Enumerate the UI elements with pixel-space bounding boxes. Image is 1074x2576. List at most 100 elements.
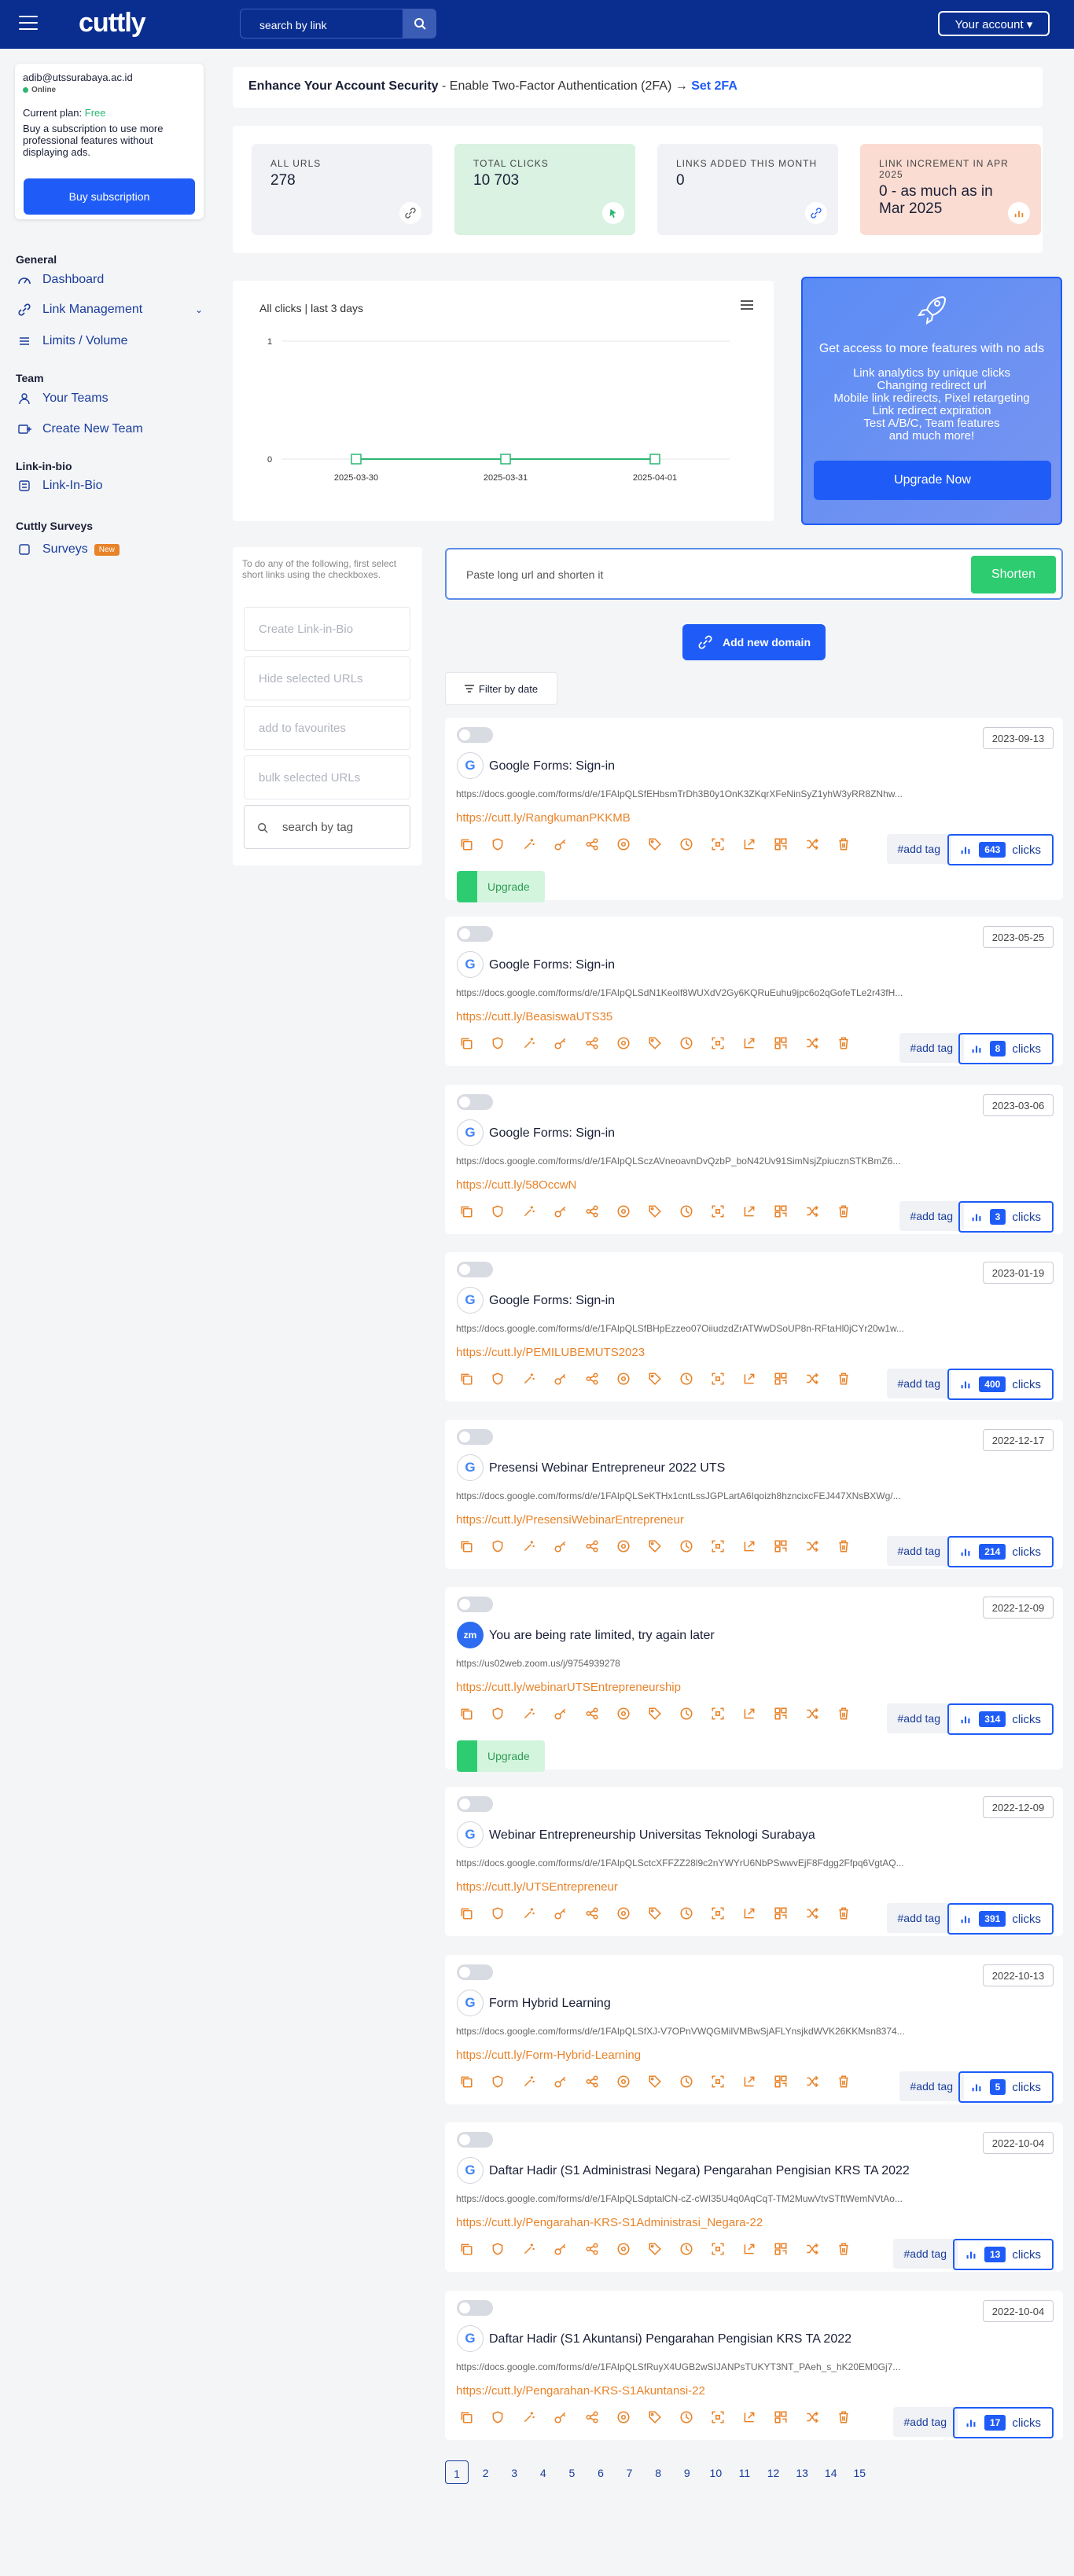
- action-tag[interactable]: [648, 1536, 679, 1556]
- action-shuffle[interactable]: [805, 2071, 837, 2092]
- action-shuffle[interactable]: [805, 1201, 837, 1222]
- action-redirect[interactable]: [742, 834, 774, 854]
- clicks-button[interactable]: 314 clicks: [947, 1703, 1054, 1735]
- short-url[interactable]: https://cutt.ly/RangkumanPKKMB: [456, 811, 631, 825]
- page-7[interactable]: 7: [618, 2460, 642, 2484]
- long-url[interactable]: https://docs.google.com/forms/d/e/1FAIpQ…: [456, 2361, 983, 2372]
- action-key[interactable]: [554, 834, 585, 854]
- action-target[interactable]: [616, 1369, 648, 1389]
- long-url[interactable]: https://docs.google.com/forms/d/e/1FAIpQ…: [456, 1490, 983, 1501]
- page-5[interactable]: 5: [560, 2460, 583, 2484]
- page-13[interactable]: 13: [790, 2460, 814, 2484]
- action-clock[interactable]: [679, 1033, 711, 1053]
- sidebar-item-dashboard[interactable]: Dashboard: [17, 273, 104, 287]
- action-shield[interactable]: [491, 1903, 522, 1924]
- action-qr-frame[interactable]: [711, 2071, 742, 2092]
- action-shield[interactable]: [491, 2407, 522, 2427]
- clicks-button[interactable]: 5 clicks: [958, 2071, 1054, 2103]
- action-qr-frame[interactable]: [711, 1903, 742, 1924]
- action-redirect[interactable]: [742, 1703, 774, 1724]
- action-key[interactable]: [554, 2239, 585, 2259]
- action-clock[interactable]: [679, 1903, 711, 1924]
- select-toggle[interactable]: [457, 1429, 493, 1445]
- sidebar-item-link-management[interactable]: Link Management ⌄: [17, 303, 203, 317]
- action-trash[interactable]: [837, 2239, 868, 2259]
- menu-icon[interactable]: [19, 16, 38, 31]
- action-trash[interactable]: [837, 834, 868, 854]
- action-shuffle[interactable]: [805, 834, 837, 854]
- long-url[interactable]: https://docs.google.com/forms/d/e/1FAIpQ…: [456, 1156, 983, 1167]
- action-tag[interactable]: [648, 834, 679, 854]
- long-url[interactable]: https://us02web.zoom.us/j/9754939278: [456, 1658, 983, 1669]
- create-link-in-bio-button[interactable]: Create Link-in-Bio: [244, 607, 410, 651]
- add-tag-button[interactable]: #add tag: [892, 2407, 958, 2437]
- action-share[interactable]: [585, 2071, 616, 2092]
- action-clock[interactable]: [679, 1201, 711, 1222]
- action-share[interactable]: [585, 834, 616, 854]
- action-key[interactable]: [554, 2407, 585, 2427]
- action-shuffle[interactable]: [805, 2239, 837, 2259]
- sidebar-item-link-in-bio[interactable]: Link-In-Bio: [17, 479, 102, 493]
- add-tag-button[interactable]: #add tag: [899, 1201, 964, 1231]
- action-clock[interactable]: [679, 1369, 711, 1389]
- add-tag-button[interactable]: #add tag: [886, 1369, 951, 1398]
- action-copy[interactable]: [459, 1536, 491, 1556]
- filter-by-date-button[interactable]: Filter by date: [445, 672, 557, 705]
- action-qr-frame[interactable]: [711, 1369, 742, 1389]
- add-tag-button[interactable]: #add tag: [899, 2071, 964, 2101]
- action-qrcode[interactable]: [774, 1703, 805, 1724]
- action-copy[interactable]: [459, 834, 491, 854]
- page-6[interactable]: 6: [589, 2460, 612, 2484]
- shorten-button[interactable]: Shorten: [971, 556, 1056, 593]
- long-url[interactable]: https://docs.google.com/forms/d/e/1FAIpQ…: [456, 788, 983, 799]
- select-toggle[interactable]: [457, 1597, 493, 1612]
- action-target[interactable]: [616, 1903, 648, 1924]
- short-url[interactable]: https://cutt.ly/58OccwN: [456, 1178, 576, 1192]
- action-clock[interactable]: [679, 1703, 711, 1724]
- short-url[interactable]: https://cutt.ly/webinarUTSEntrepreneursh…: [456, 1681, 681, 1694]
- action-qrcode[interactable]: [774, 1033, 805, 1053]
- page-4[interactable]: 4: [531, 2460, 555, 2484]
- page-12[interactable]: 12: [762, 2460, 785, 2484]
- page-10[interactable]: 10: [704, 2460, 727, 2484]
- action-shield[interactable]: [491, 1703, 522, 1724]
- page-15[interactable]: 15: [848, 2460, 871, 2484]
- action-redirect[interactable]: [742, 1033, 774, 1053]
- short-url[interactable]: https://cutt.ly/PresensiWebinarEntrepren…: [456, 1513, 684, 1527]
- action-qrcode[interactable]: [774, 1369, 805, 1389]
- action-shield[interactable]: [491, 834, 522, 854]
- add-tag-button[interactable]: #add tag: [899, 1033, 964, 1063]
- action-share[interactable]: [585, 1903, 616, 1924]
- action-shuffle[interactable]: [805, 1033, 837, 1053]
- action-qr-frame[interactable]: [711, 1703, 742, 1724]
- action-copy[interactable]: [459, 1369, 491, 1389]
- action-qrcode[interactable]: [774, 2407, 805, 2427]
- long-url-input[interactable]: Paste long url and shorten it: [466, 568, 603, 581]
- upgrade-button[interactable]: Upgrade: [457, 871, 545, 902]
- buy-subscription-button[interactable]: Buy subscription: [24, 178, 195, 215]
- action-qr-frame[interactable]: [711, 1201, 742, 1222]
- short-url[interactable]: https://cutt.ly/BeasiswaUTS35: [456, 1010, 612, 1023]
- action-key[interactable]: [554, 1903, 585, 1924]
- hide-selected-button[interactable]: Hide selected URLs: [244, 656, 410, 700]
- action-target[interactable]: [616, 834, 648, 854]
- action-share[interactable]: [585, 1201, 616, 1222]
- long-url[interactable]: https://docs.google.com/forms/d/e/1FAIpQ…: [456, 2026, 983, 2037]
- action-key[interactable]: [554, 1033, 585, 1053]
- action-magic[interactable]: [522, 1903, 554, 1924]
- action-target[interactable]: [616, 2071, 648, 2092]
- action-trash[interactable]: [837, 1033, 868, 1053]
- short-url[interactable]: https://cutt.ly/Pengarahan-KRS-S1Akuntan…: [456, 2384, 705, 2398]
- action-magic[interactable]: [522, 2071, 554, 2092]
- action-redirect[interactable]: [742, 2239, 774, 2259]
- select-toggle[interactable]: [457, 926, 493, 942]
- action-tag[interactable]: [648, 2407, 679, 2427]
- action-key[interactable]: [554, 1536, 585, 1556]
- add-to-favourites-button[interactable]: add to favourites: [244, 706, 410, 750]
- action-share[interactable]: [585, 1369, 616, 1389]
- upgrade-button[interactable]: Upgrade: [457, 1740, 545, 1772]
- action-shuffle[interactable]: [805, 2407, 837, 2427]
- action-trash[interactable]: [837, 1536, 868, 1556]
- action-qr-frame[interactable]: [711, 1033, 742, 1053]
- action-qrcode[interactable]: [774, 2071, 805, 2092]
